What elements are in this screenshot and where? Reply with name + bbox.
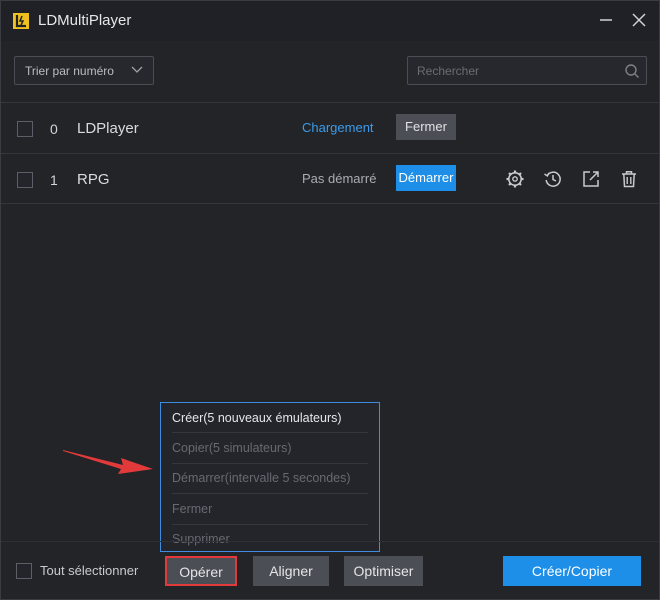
player-row[interactable]: 1 RPG Pas démarré Démarrer bbox=[1, 153, 659, 204]
player-name: RPG bbox=[77, 171, 110, 188]
sort-dropdown-label: Trier par numéro bbox=[25, 64, 114, 78]
trash-icon[interactable] bbox=[619, 169, 639, 189]
menu-item-create[interactable]: Créer(5 nouveaux émulateurs) bbox=[172, 411, 342, 425]
create-copy-button[interactable]: Créer/Copier bbox=[503, 556, 641, 586]
shortcut-icon[interactable] bbox=[581, 169, 601, 189]
minimize-icon[interactable] bbox=[597, 11, 615, 29]
optimize-button[interactable]: Optimiser bbox=[344, 556, 423, 586]
search-input[interactable] bbox=[408, 57, 618, 84]
app-logo-icon bbox=[13, 13, 29, 29]
player-row[interactable]: 0 LDPlayer Chargement Fermer bbox=[1, 102, 659, 153]
player-index: 0 bbox=[50, 121, 58, 137]
player-status: Chargement bbox=[302, 120, 374, 135]
menu-item-start[interactable]: Démarrer(intervalle 5 secondes) bbox=[172, 471, 351, 485]
app-title: LDMultiPlayer bbox=[38, 12, 132, 29]
operate-button[interactable]: Opérer bbox=[165, 556, 237, 586]
gear-icon[interactable] bbox=[505, 169, 525, 189]
start-player-button[interactable]: Démarrer bbox=[396, 165, 456, 191]
menu-divider bbox=[172, 524, 368, 525]
menu-item-close[interactable]: Fermer bbox=[172, 502, 212, 516]
red-arrow-annotation bbox=[63, 450, 153, 474]
close-icon[interactable] bbox=[630, 11, 648, 29]
close-player-button[interactable]: Fermer bbox=[396, 114, 456, 140]
search-icon[interactable] bbox=[624, 63, 640, 79]
select-all-checkbox[interactable] bbox=[16, 563, 32, 579]
player-name: LDPlayer bbox=[77, 120, 139, 137]
chevron-down-icon bbox=[131, 66, 143, 73]
operate-menu: Créer(5 nouveaux émulateurs) Copier(5 si… bbox=[160, 402, 380, 552]
multiplayer-window: LDMultiPlayer Trier par numéro 0 LDPlaye… bbox=[0, 0, 660, 600]
sort-dropdown[interactable]: Trier par numéro bbox=[14, 56, 154, 85]
player-status: Pas démarré bbox=[302, 171, 377, 186]
menu-item-copy[interactable]: Copier(5 simulateurs) bbox=[172, 441, 291, 455]
history-icon[interactable] bbox=[543, 169, 563, 189]
menu-divider bbox=[172, 493, 368, 494]
bottom-divider bbox=[1, 541, 659, 542]
player-index: 1 bbox=[50, 172, 58, 188]
select-all-label: Tout sélectionner bbox=[40, 563, 139, 578]
menu-divider bbox=[172, 463, 368, 464]
search-box bbox=[407, 56, 647, 85]
row-checkbox[interactable] bbox=[17, 121, 33, 137]
align-button[interactable]: Aligner bbox=[253, 556, 329, 586]
menu-divider bbox=[172, 432, 368, 433]
row-checkbox[interactable] bbox=[17, 172, 33, 188]
menu-item-delete[interactable]: Supprimer bbox=[172, 532, 230, 546]
title-bar: LDMultiPlayer bbox=[1, 1, 659, 41]
